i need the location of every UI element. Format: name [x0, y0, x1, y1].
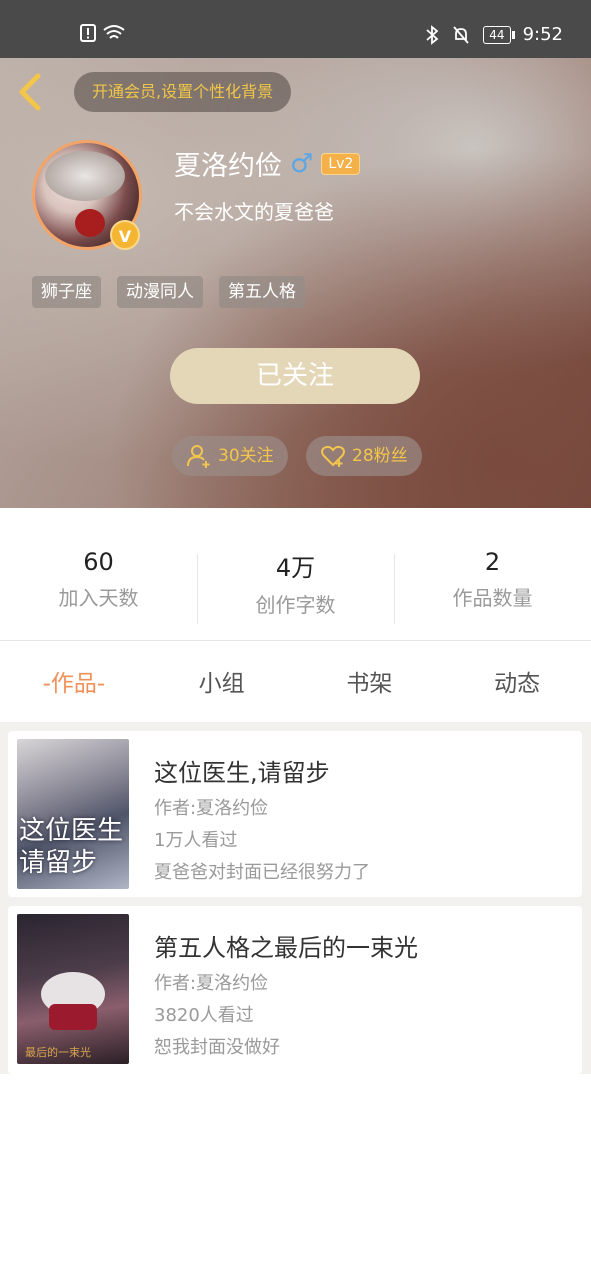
male-icon: ♂ [290, 148, 314, 179]
work-info: 这位医生,请留步 作者:夏洛约俭 1万人看过 夏爸爸对封面已经很努力了 [154, 753, 370, 884]
work-cover[interactable]: 这位医生请留步 [17, 739, 129, 889]
work-info: 第五人格之最后的一束光 作者:夏洛约俭 3820人看过 恕我封面没做好 [154, 928, 418, 1059]
stat-label: 加入天数 [58, 586, 139, 610]
stat-word-count: 4万 创作字数 [197, 548, 394, 624]
wifi-icon [103, 25, 125, 39]
divider [0, 640, 591, 641]
stat-label: 作品数量 [452, 586, 533, 610]
status-bar: 44 9:52 [0, 0, 591, 58]
work-cover[interactable]: 最后的一束光 [17, 914, 129, 1064]
bluetooth-icon [426, 24, 439, 45]
status-time: 9:52 [522, 24, 563, 45]
cover-title: 这位医生请留步 [19, 816, 124, 878]
tag-item[interactable]: 狮子座 [32, 276, 101, 308]
work-views: 3820人看过 [154, 1005, 254, 1026]
add-user-icon [187, 445, 210, 468]
following-count: 30关注 [218, 446, 274, 466]
works-list: 这位医生请留步 这位医生,请留步 作者:夏洛约俭 1万人看过 夏爸爸对封面已经很… [0, 722, 591, 1074]
back-arrow-icon[interactable] [14, 72, 50, 112]
name-row: 夏洛约俭 ♂ Lv2 [174, 144, 361, 183]
vip-badge: V [110, 220, 140, 250]
tag-item[interactable]: 动漫同人 [117, 276, 203, 308]
fans-button[interactable]: 28粉丝 [306, 436, 422, 476]
stat-value: 2 [484, 548, 501, 576]
work-title[interactable]: 这位医生,请留步 [154, 753, 370, 788]
tab-bar: -作品- 小组 书架 动态 [0, 660, 591, 708]
fans-count: 28粉丝 [352, 446, 408, 466]
work-title[interactable]: 第五人格之最后的一束光 [154, 928, 418, 963]
profile-header: 开通会员,设置个性化背景 V 夏洛约俭 ♂ Lv2 不会水文的夏爸爸 狮子座 动… [0, 58, 591, 508]
status-left-icons [80, 24, 126, 42]
work-views: 1万人看过 [154, 830, 238, 851]
follow-button[interactable]: 已关注 [170, 348, 420, 404]
status-right-icons: 44 9:52 [425, 24, 563, 45]
stat-works-count: 2 作品数量 [394, 548, 591, 624]
stats-bar: 60 加入天数 4万 创作字数 2 作品数量 [0, 548, 591, 624]
work-card[interactable]: 这位医生请留步 这位医生,请留步 作者:夏洛约俭 1万人看过 夏爸爸对封面已经很… [8, 731, 582, 897]
stat-value: 4万 [275, 554, 316, 582]
mute-bell-icon [453, 25, 469, 44]
alert-icon [80, 24, 96, 42]
work-note: 夏爸爸对封面已经很努力了 [154, 862, 370, 883]
vip-background-prompt[interactable]: 开通会员,设置个性化背景 [74, 72, 292, 112]
tab-activity[interactable]: 动态 [443, 660, 591, 708]
tab-bookshelf[interactable]: 书架 [296, 660, 444, 708]
work-author: 作者:夏洛约俭 [154, 798, 269, 819]
following-button[interactable]: 30关注 [172, 436, 288, 476]
tag-list: 狮子座 动漫同人 第五人格 [32, 276, 305, 308]
level-badge: Lv2 [321, 152, 361, 175]
work-note: 恕我封面没做好 [154, 1037, 280, 1058]
user-name: 夏洛约俭 [174, 151, 282, 182]
stat-value: 60 [83, 548, 114, 576]
stat-label: 创作字数 [255, 593, 336, 617]
work-author: 作者:夏洛约俭 [154, 973, 269, 994]
tab-groups[interactable]: 小组 [148, 660, 296, 708]
battery-icon: 44 [483, 25, 515, 44]
tab-works[interactable]: -作品- [0, 660, 148, 708]
cover-title: 最后的一束光 [25, 1046, 91, 1059]
heart-plus-icon [321, 445, 345, 467]
work-card[interactable]: 最后的一束光 第五人格之最后的一束光 作者:夏洛约俭 3820人看过 恕我封面没… [8, 906, 582, 1074]
stat-join-days: 60 加入天数 [0, 548, 197, 624]
user-signature: 不会水文的夏爸爸 [174, 200, 334, 224]
tag-item[interactable]: 第五人格 [219, 276, 305, 308]
